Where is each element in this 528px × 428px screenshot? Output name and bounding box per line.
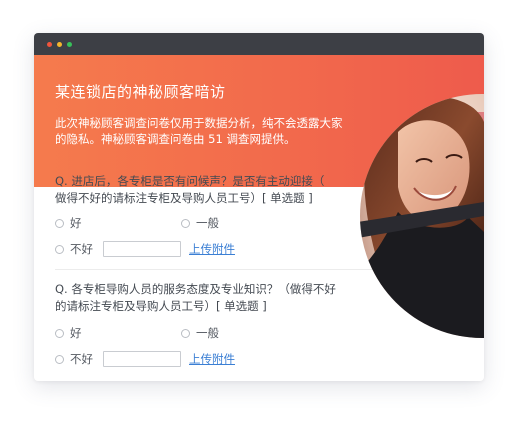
maximize-window-dot[interactable]	[67, 42, 72, 47]
window-titlebar	[34, 33, 484, 55]
question-1-text: Q. 进店后，各专柜是否有问候声？是否有主动迎接（ 做得不好的请标注专柜及导购人…	[55, 174, 325, 205]
option-label: 不好	[70, 242, 93, 256]
radio-icon[interactable]	[181, 218, 190, 228]
q1-option-bad[interactable]: 不好	[55, 241, 93, 257]
option-label: 一般	[196, 216, 219, 230]
q1-option-good[interactable]: 好	[55, 215, 82, 231]
q2-option-good[interactable]: 好	[55, 325, 82, 341]
q1-upload-link[interactable]: 上传附件	[189, 241, 235, 257]
q1-option-average[interactable]: 一般	[181, 215, 219, 231]
radio-icon[interactable]	[55, 328, 64, 338]
radio-icon[interactable]	[55, 218, 64, 228]
option-label: 不好	[70, 352, 93, 366]
q2-option-average[interactable]: 一般	[181, 325, 219, 341]
option-label: 好	[70, 326, 82, 340]
close-window-dot[interactable]	[47, 42, 52, 47]
q2-note-input[interactable]	[103, 351, 181, 367]
radio-icon[interactable]	[55, 354, 64, 364]
q1-note-input[interactable]	[103, 241, 181, 257]
radio-icon[interactable]	[181, 328, 190, 338]
survey-title: 某连锁店的神秘顾客暗访	[55, 83, 226, 101]
question-2-text: Q. 各专柜导购人员的服务态度及专业知识？（做得不好 的请标注专柜及导购人员工号…	[55, 282, 336, 313]
option-label: 好	[70, 216, 82, 230]
minimize-window-dot[interactable]	[57, 42, 62, 47]
q2-upload-link[interactable]: 上传附件	[189, 351, 235, 367]
q2-option-bad[interactable]: 不好	[55, 351, 93, 367]
survey-description: 此次神秘顾客调查问卷仅用于数据分析，纯不会透露大家 的隐私。神秘顾客调查问卷由 …	[55, 116, 343, 146]
question-divider	[55, 269, 375, 270]
option-label: 一般	[196, 326, 219, 340]
mystery-shopper-photo	[360, 94, 484, 338]
radio-icon[interactable]	[55, 244, 64, 254]
